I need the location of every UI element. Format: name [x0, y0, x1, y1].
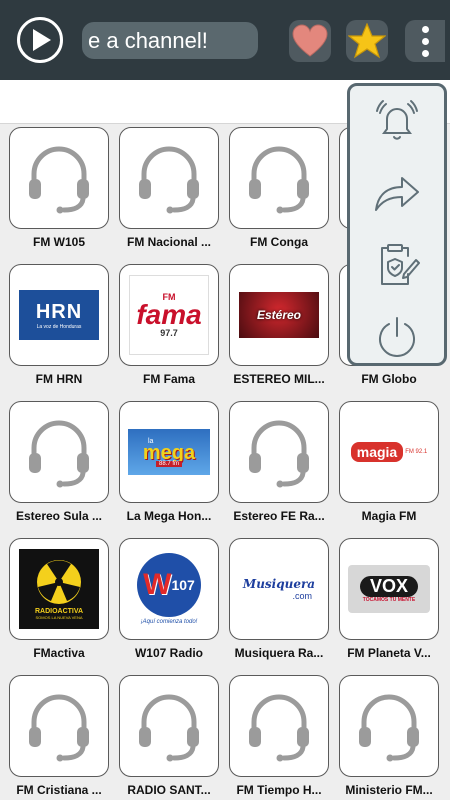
- fama-logo: FM fama 97.7: [129, 275, 209, 355]
- station-name: FM Planeta V...: [347, 646, 431, 660]
- station-card[interactable]: W 107 ¡Aquí comienza todo!: [119, 538, 219, 640]
- more-dot: [421, 37, 429, 45]
- w107-logo-text: W 107: [137, 553, 201, 617]
- vox-logo-text: TOCAMOS TU MENTE: [362, 596, 416, 603]
- star-icon: [348, 23, 386, 59]
- station-card[interactable]: [119, 675, 219, 777]
- headset-icon: [29, 694, 89, 762]
- w107-logo-text: ¡Aquí comienza todo!: [140, 619, 198, 625]
- station-card[interactable]: [9, 127, 109, 229]
- heart-icon: [292, 24, 328, 57]
- radiation-icon: [37, 559, 81, 604]
- fama-logo-text: fama: [136, 299, 202, 330]
- power-icon: [379, 317, 415, 357]
- estereo-mil-logo-text: Estéreo: [256, 308, 302, 322]
- headset-icon: [359, 694, 419, 762]
- w107-logo: W 107 ¡Aquí comienza todo!: [128, 548, 210, 630]
- headset-icon: [249, 146, 309, 214]
- station-name: Magia FM: [361, 509, 417, 523]
- musiquera-logo-text: Musiquera: [242, 577, 316, 591]
- station-card[interactable]: [9, 401, 109, 503]
- station-name: Ministerio FM...: [345, 783, 433, 797]
- station-card[interactable]: FM fama 97.7: [119, 264, 219, 366]
- radioactiva-logo-text: SOMOS LA NUEVA VENA: [35, 614, 83, 620]
- app-root: e a channel! FM W105 FM Nacional ... FM Co…: [0, 0, 450, 800]
- station-card[interactable]: [229, 675, 329, 777]
- station-card[interactable]: [229, 127, 329, 229]
- station-name: FM HRN: [35, 372, 83, 386]
- station-name: FM Conga: [250, 235, 308, 249]
- headset-icon: [249, 694, 309, 762]
- headset-icon: [139, 146, 199, 214]
- policy-document-menu-item[interactable]: [350, 233, 444, 297]
- musiquera-logo: Musiquera .com: [238, 564, 320, 614]
- station-name: FM Globo: [361, 372, 417, 386]
- share-icon: [375, 177, 419, 211]
- station-card[interactable]: [119, 127, 219, 229]
- favorites-button[interactable]: [289, 20, 331, 62]
- station-card[interactable]: magia FM 92.1: [339, 401, 439, 503]
- station-name: RADIO SANT...: [127, 783, 211, 797]
- station-card[interactable]: VOX TOCAMOS TU MENTE: [339, 538, 439, 640]
- headset-icon: [249, 420, 309, 488]
- mega-logo-text: 88.7 fm: [155, 460, 182, 467]
- musiquera-logo-text: .com: [292, 591, 312, 601]
- station-name: Estereo FE Ra...: [233, 509, 325, 523]
- mega-logo: la mega 88.7 fm: [128, 429, 210, 475]
- more-dot: [421, 49, 429, 57]
- play-button[interactable]: [17, 17, 63, 63]
- magia-logo-text: FM 92.1: [405, 449, 428, 455]
- station-name: Musiquera Ra...: [234, 646, 324, 660]
- hrn-logo: HRN La voz de Honduras: [19, 290, 99, 340]
- alarm-bell-menu-item[interactable]: [350, 89, 444, 153]
- magia-logo: magia FM 92.1: [349, 434, 429, 470]
- station-name: La Mega Hon...: [126, 509, 212, 523]
- station-card[interactable]: [339, 675, 439, 777]
- station-card[interactable]: RADIOACTIVA SOMOS LA NUEVA VENA: [9, 538, 109, 640]
- vox-logo-text: VOX: [359, 575, 418, 597]
- station-name: FM Fama: [142, 372, 195, 386]
- alarm-bell-icon: [376, 100, 418, 140]
- play-icon: [33, 29, 51, 51]
- share-menu-item[interactable]: [350, 162, 444, 226]
- headset-icon: [139, 694, 199, 762]
- station-name: FM Tiempo H...: [236, 783, 322, 797]
- top-bar: e a channel!: [0, 0, 450, 80]
- more-menu-button[interactable]: [405, 20, 445, 62]
- station-card[interactable]: Musiquera .com: [229, 538, 329, 640]
- radioactiva-logo-text: RADIOACTIVA: [34, 607, 84, 615]
- hrn-logo-text: HRN: [35, 300, 83, 323]
- rate-button[interactable]: [346, 20, 388, 62]
- search-input[interactable]: e a channel!: [82, 22, 258, 59]
- station-name: FMactiva: [33, 646, 85, 660]
- station-name: ESTEREO MIL...: [233, 372, 325, 386]
- station-card[interactable]: [229, 401, 329, 503]
- station-name: FM W105: [32, 235, 85, 249]
- magia-logo-text: magia: [350, 442, 404, 462]
- headset-icon: [29, 420, 89, 488]
- station-card[interactable]: [9, 675, 109, 777]
- estereo-mil-logo: Estéreo: [239, 292, 319, 338]
- vox-logo: VOX TOCAMOS TU MENTE: [348, 565, 430, 613]
- fama-logo-text: 97.7: [160, 328, 178, 338]
- hrn-logo-text: La voz de Honduras: [36, 323, 82, 330]
- station-name: Estereo Sula ...: [15, 509, 103, 523]
- station-card[interactable]: Estéreo: [229, 264, 329, 366]
- radioactiva-logo: RADIOACTIVA SOMOS LA NUEVA VENA: [19, 549, 99, 629]
- mega-logo-text: mega: [142, 441, 196, 464]
- w107-logo-text: W: [143, 568, 172, 601]
- station-name: W107 Radio: [134, 646, 203, 660]
- station-name: FM Nacional ...: [126, 235, 211, 249]
- side-menu: [347, 83, 447, 366]
- station-name: FM Cristiana ...: [16, 783, 102, 797]
- power-menu-item[interactable]: [350, 304, 444, 368]
- station-card[interactable]: HRN La voz de Honduras: [9, 264, 109, 366]
- station-card[interactable]: la mega 88.7 fm: [119, 401, 219, 503]
- more-dot: [421, 25, 429, 33]
- policy-document-icon: [381, 244, 420, 285]
- headset-icon: [29, 146, 89, 214]
- w107-logo-text: 107: [171, 577, 195, 593]
